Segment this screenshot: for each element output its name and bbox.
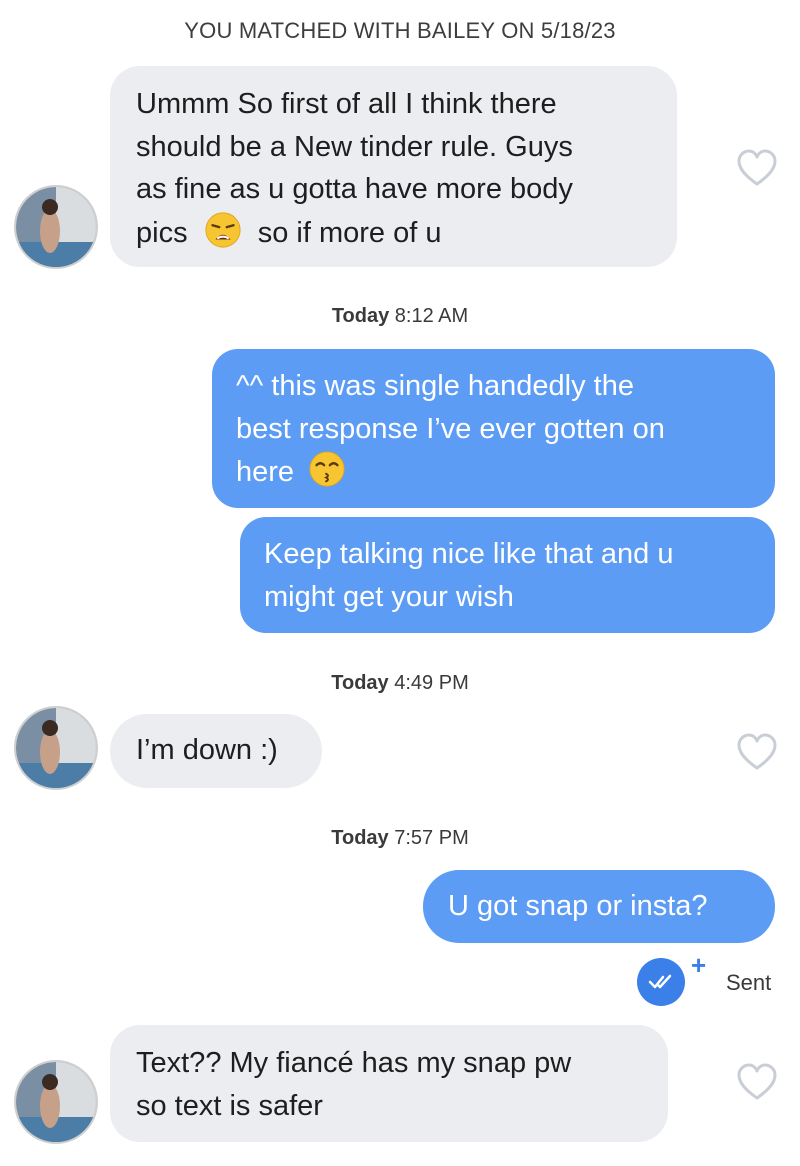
- message-line: ^^ this was single handedly the: [236, 370, 634, 402]
- read-check-icon: [637, 958, 685, 1006]
- double-check-icon: [648, 974, 672, 989]
- timestamp-time: 7:57 PM: [394, 827, 469, 849]
- message-fragment: here: [236, 456, 295, 488]
- message-line: Text?? My fiancé has my snap pw: [136, 1047, 572, 1079]
- timestamp-day: Today: [331, 305, 390, 327]
- heart-icon[interactable]: [736, 148, 778, 188]
- outgoing-message[interactable]: U got snap or insta?: [423, 870, 775, 943]
- kissing-face-emoji: [309, 451, 345, 487]
- timestamp-time: 4:49 PM: [394, 672, 469, 694]
- match-header: YOU MATCHED WITH BAILEY ON 5/18/23: [184, 18, 616, 43]
- match-avatar[interactable]: [14, 185, 98, 269]
- message-line: here: [236, 450, 753, 494]
- message-line: should be a New tinder rule. Guys: [136, 130, 573, 163]
- message-line: best response I’ve ever gotten on: [236, 412, 665, 445]
- incoming-message[interactable]: I’m down :): [110, 714, 322, 788]
- incoming-message[interactable]: Ummm So first of all I think there shoul…: [110, 66, 677, 267]
- outgoing-message[interactable]: ^^ this was single handedly the best res…: [212, 349, 775, 508]
- incoming-message[interactable]: Text?? My fiancé has my snap pw so text …: [110, 1025, 668, 1142]
- message-line: might get your wish: [264, 580, 514, 613]
- sent-status: Sent: [726, 970, 772, 995]
- message-line: I’m down :): [136, 734, 278, 766]
- avatar-photo: [16, 187, 96, 267]
- avatar-photo: [16, 1062, 96, 1142]
- message-line: so text is safer: [136, 1089, 323, 1122]
- message-fragment: pics: [136, 216, 188, 249]
- message-fragment: so if more of u: [257, 216, 442, 249]
- outgoing-message[interactable]: Keep talking nice like that and u might …: [240, 517, 775, 633]
- message-line: U got snap or insta?: [448, 890, 708, 922]
- timestamp-day: Today: [331, 672, 389, 694]
- timestamp: Today 7:57 PM: [0, 827, 800, 850]
- message-line: pics so if more of u: [136, 211, 651, 255]
- heart-icon[interactable]: [736, 732, 778, 772]
- match-avatar[interactable]: [14, 1060, 98, 1144]
- message-line: Ummm So first of all I think there: [136, 88, 557, 120]
- timestamp: Today 4:49 PM: [0, 672, 800, 695]
- heart-icon[interactable]: [736, 1062, 778, 1102]
- timestamp-time: 8:12 AM: [394, 305, 469, 327]
- message-line: Keep talking nice like that and u: [264, 538, 674, 570]
- match-avatar[interactable]: [14, 706, 98, 790]
- receipt-plus: +: [691, 950, 707, 980]
- weary-face-emoji: [205, 211, 241, 248]
- message-line: as fine as u gotta have more body: [136, 173, 573, 205]
- avatar-photo: [16, 708, 96, 788]
- timestamp: Today 8:12 AM: [0, 305, 800, 328]
- timestamp-day: Today: [331, 827, 389, 849]
